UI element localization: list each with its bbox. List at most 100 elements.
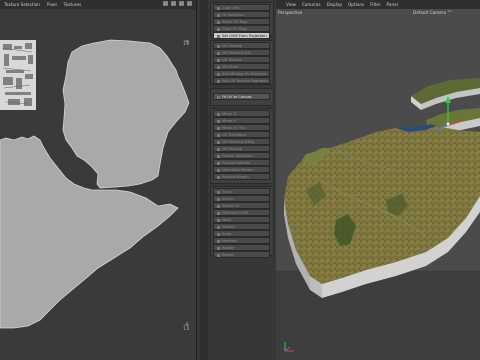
uv-canvas[interactable]: 1.0 1.0 [0,9,196,360]
command-copy-uvs[interactable]: Copy UVs [213,4,270,11]
command-label: Normals [222,239,237,243]
command-resize[interactable]: Resize [213,251,270,258]
command-icon [217,147,220,151]
perspective-viewport[interactable]: View Cameras Display Options Filter Pane… [276,0,480,360]
uv-island-north[interactable] [62,39,190,189]
viewport-canvas[interactable] [276,0,480,360]
command-icon [217,34,220,38]
menu-panel[interactable]: Panel [387,0,398,9]
command-label: UV Terrace [222,58,242,62]
menu-options[interactable]: Options [348,0,364,9]
command-icon [217,218,220,222]
command-label: Snap [222,232,232,236]
command-label: UV Packing [222,147,243,151]
command-move-uv-tile[interactable]: Move UV Tile [213,124,270,131]
command-optimize-uvw[interactable]: Optimize UVW [213,209,270,216]
command-icon [217,13,220,17]
command-mirror-v[interactable]: Mirror V [213,117,270,124]
command-label: Rotate [222,246,234,250]
command-icon [217,154,220,158]
command-label: Polygon Islands [222,161,250,165]
menu-filter[interactable]: Filter [370,0,380,9]
menu-cameras[interactable]: Cameras [302,0,321,9]
command-add-missing-uv-polygons[interactable]: Add Missing UV Polygons [213,70,270,77]
command-icon [217,112,220,116]
command-normalize-margin[interactable]: Normalize Margin [213,166,270,173]
command-uv-transform[interactable]: UV Transform [213,131,270,138]
move-view-icon[interactable] [171,1,176,6]
command-label: Reduce Margin [222,175,249,179]
command-label: Mirror U [222,112,237,116]
uv-toolbar-icons [163,1,192,6]
command-icon [217,27,220,31]
menu-textures[interactable]: Textures [64,0,82,9]
command-uv-relaxing-mat[interactable]: UV Relaxing (Mat) [213,138,270,145]
uv-editor-panel[interactable]: Texture Selection Pixel Textures 1.0 1.0 [0,0,196,360]
command-rotate[interactable]: Rotate [213,244,270,251]
command-flatten-selection[interactable]: Flatten Selection [213,152,270,159]
menu-view[interactable]: View [286,0,296,9]
command-label: UV Mirror [222,65,239,69]
command-select-uv[interactable]: Select UV [213,202,270,209]
command-label: UV Relaxing (Mat) [222,140,255,144]
viewport-label: Perspective [278,10,303,15]
menu-texture-selection[interactable]: Texture Selection [4,0,40,9]
command-fit-selection[interactable]: Fit Selection [213,11,270,18]
command-label: Grow [222,190,232,194]
command-uv-packing[interactable]: UV Packing [213,145,270,152]
command-icon [217,6,220,10]
command-scrollbar[interactable] [200,0,208,360]
viewport-menubar: View Cameras Display Options Filter Pane… [276,0,480,9]
command-reset-uv-tags[interactable]: Reset UV Tags [213,18,270,25]
command-shrink[interactable]: Shrink [213,195,270,202]
command-uv-mirror[interactable]: UV Mirror [213,63,270,70]
command-label: Resize [222,253,234,257]
command-label: UV Unwrap [222,44,243,48]
command-icon [217,95,220,99]
command-icon [217,140,220,144]
command-icon [217,133,220,137]
command-stretch[interactable]: Stretch [213,223,270,230]
command-label: Fit UV to Canvas [222,95,252,99]
command-icon [217,44,220,48]
command-label: UV Relaxing (UI) [222,51,252,55]
command-add-uv-terrace-segments[interactable]: Add UV Terrace Segments [213,77,270,84]
command-uv-unwrap[interactable]: UV Unwrap [213,42,270,49]
zoom-view-icon[interactable] [179,1,184,6]
command-icon [217,119,220,123]
command-weld[interactable]: Weld [213,216,270,223]
command-label: Mirror V [222,119,237,123]
command-icon [217,161,220,165]
command-snap[interactable]: Snap [213,230,270,237]
command-normals[interactable]: Normals [213,237,270,244]
command-reduce-margin[interactable]: Reduce Margin [213,173,270,180]
command-icon [217,51,220,55]
command-label: Reset UV Tags [222,20,248,24]
command-label: Normalize Margin [222,168,254,172]
command-fit-uv-to-canvas[interactable]: Fit UV to Canvas [213,93,270,100]
command-label: UV Transform [222,133,247,137]
command-label: Weld [222,218,231,222]
command-label: Move UV Tile [222,126,246,130]
command-uv-terrace[interactable]: UV Terrace [213,56,270,63]
menu-pixel[interactable]: Pixel [47,0,57,9]
axis-icon [284,342,294,352]
camera-label[interactable]: Default Camera °° [413,10,452,15]
command-uv-relaxing-ui[interactable]: UV Relaxing (UI) [213,49,270,56]
command-icon [217,197,220,201]
command-icon [217,168,220,172]
command-label: Stretch [222,225,235,229]
command-label: Copy UVs [222,6,240,10]
command-polygon-islands[interactable]: Polygon Islands [213,159,270,166]
command-clear-uv-tags[interactable]: Clear UV Tags [213,25,270,32]
fit-view-icon[interactable] [163,1,168,6]
command-set-uvw-from-projection[interactable]: Set UVW From Projection [213,32,270,39]
command-label: Add UV Terrace Segments [222,79,269,83]
command-grow[interactable]: Grow [213,188,270,195]
command-mirror-u[interactable]: Mirror U [213,110,270,117]
command-icon [217,72,220,76]
window-layout-icon[interactable] [187,1,192,6]
menu-display[interactable]: Display [327,0,342,9]
command-label: Add Missing UV Polygons [222,72,267,76]
command-label: Select UV [222,204,240,208]
